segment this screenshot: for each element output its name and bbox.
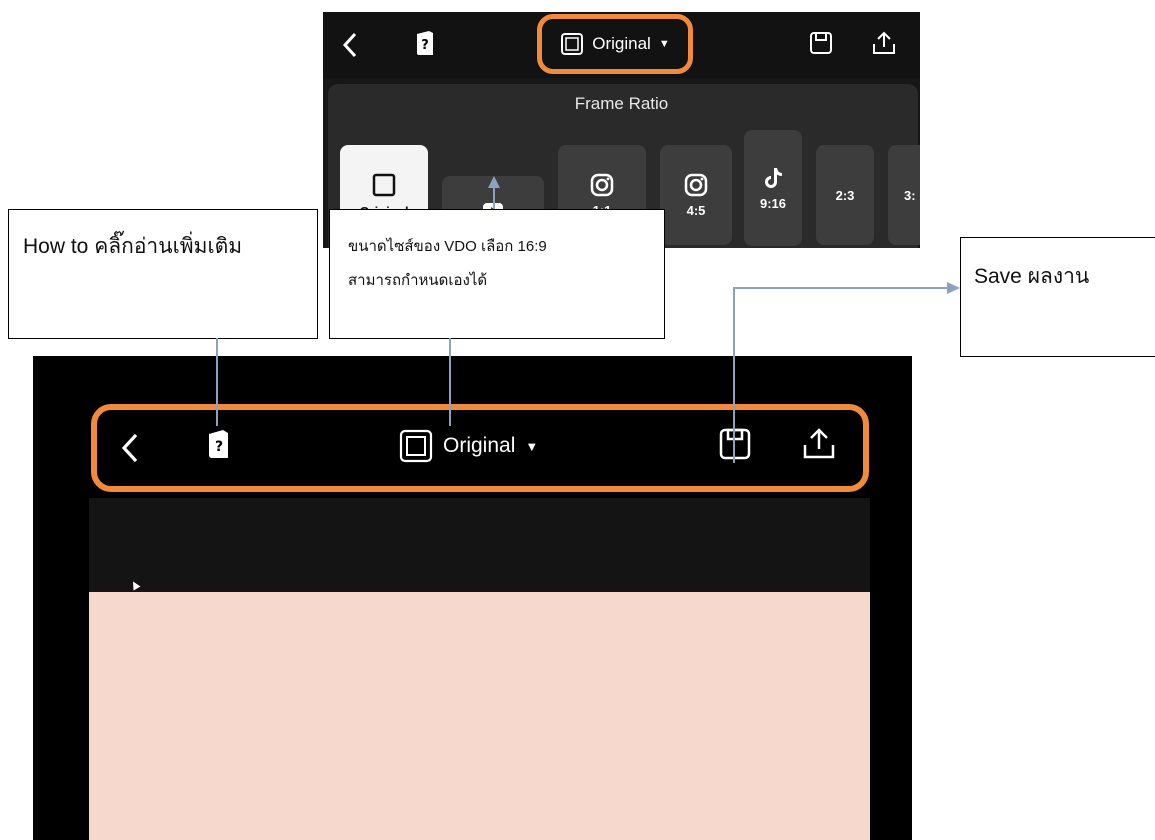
arrowhead-inset <box>488 176 500 188</box>
arrowhead-save <box>947 282 960 294</box>
connector-arrowheads <box>488 176 960 294</box>
